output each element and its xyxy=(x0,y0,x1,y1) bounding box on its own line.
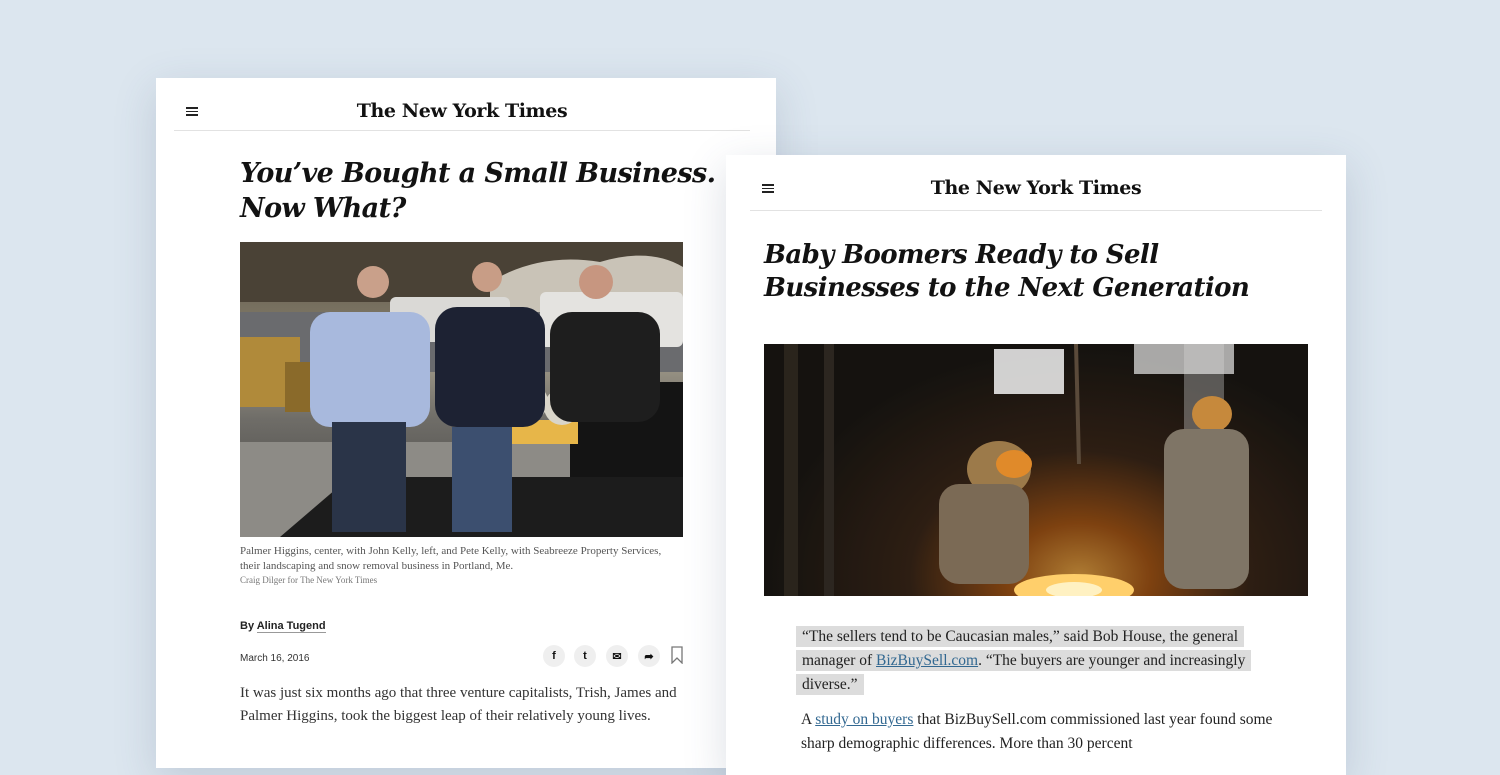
bookmark-icon[interactable] xyxy=(671,646,683,664)
byline-prefix: By xyxy=(240,620,255,632)
body-text-1: A xyxy=(801,711,816,728)
email-share-icon[interactable]: ✉ xyxy=(606,645,628,667)
photo-foundry-workers-icon xyxy=(764,344,1308,596)
article-body: It was just six months ago that three ve… xyxy=(240,685,677,724)
article-photo xyxy=(240,242,683,537)
article-photo xyxy=(764,344,1308,596)
nyt-logo[interactable]: The New York Times xyxy=(174,100,750,122)
byline: By Alina Tugend xyxy=(240,620,326,633)
article-headline: Baby Boomers Ready to Sell Businesses to… xyxy=(764,239,1250,305)
photo-three-men-with-snowplows xyxy=(240,242,683,537)
publish-date: March 16, 2016 xyxy=(240,653,310,664)
photo-credit: Craig Dilger for The New York Times xyxy=(240,575,378,585)
headline-line-1: You’ve Bought a Small Business. xyxy=(240,158,716,189)
headline-line-2: Businesses to the Next Generation xyxy=(764,273,1250,303)
masthead: The New York Times xyxy=(750,158,1322,211)
share-icon[interactable]: ➦ xyxy=(638,645,660,667)
bizbuysell-link[interactable]: BizBuySell.com xyxy=(876,652,978,669)
study-on-buyers-link[interactable]: study on buyers xyxy=(815,711,913,728)
highlighted-quote: “The sellers tend to be Caucasian males,… xyxy=(796,625,1286,697)
article-card-baby-boomers: The New York Times Baby Boomers Ready to… xyxy=(726,155,1346,775)
twitter-share-icon[interactable]: t xyxy=(574,645,596,667)
headline-line-2: Now What? xyxy=(240,193,406,224)
headline-line-1: Baby Boomers Ready to Sell xyxy=(764,240,1159,270)
article-body: A study on buyers that BizBuySell.com co… xyxy=(801,708,1281,756)
photo-caption: Palmer Higgins, center, with John Kelly,… xyxy=(240,545,662,572)
facebook-share-icon[interactable]: f xyxy=(543,645,565,667)
author-link[interactable]: Alina Tugend xyxy=(256,620,326,633)
nyt-logo[interactable]: The New York Times xyxy=(750,177,1322,199)
article-headline: You’ve Bought a Small Business. Now What… xyxy=(240,156,716,226)
article-card-small-business: The New York Times You’ve Bought a Small… xyxy=(156,78,776,768)
masthead: The New York Times xyxy=(174,78,750,131)
